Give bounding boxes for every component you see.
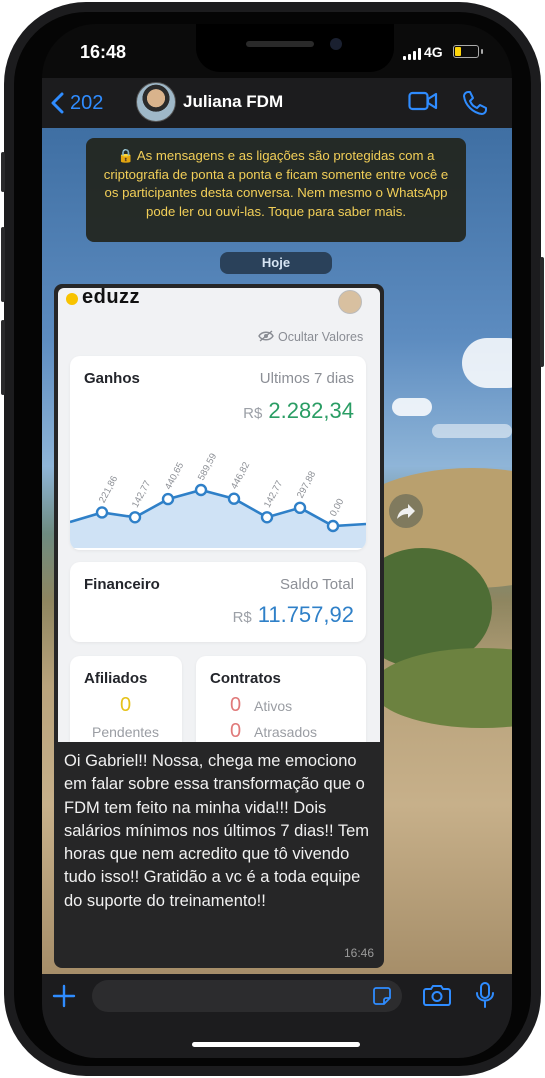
contracts-late-count: 0 — [230, 720, 242, 742]
financial-amount: 11.757,92 — [257, 602, 354, 627]
chevron-left-icon — [51, 92, 64, 114]
brand-name: eduzz — [82, 288, 141, 308]
status-time: 16:48 — [80, 42, 127, 62]
earnings-amount: 2.282,34 — [268, 398, 354, 423]
phone-call-icon[interactable] — [462, 90, 488, 116]
affiliates-title: Afiliados — [84, 670, 148, 687]
eduzz-logo-icon — [66, 293, 78, 305]
chart-data-label: 446,82 — [229, 460, 252, 491]
battery-icon — [453, 45, 483, 58]
financial-title: Financeiro — [84, 576, 160, 593]
forward-icon — [397, 504, 415, 519]
volume-down-button — [1, 320, 5, 395]
chart-point — [326, 519, 340, 533]
contracts-card: Contratos 0 Ativos 0 Atrasados — [196, 656, 366, 742]
encryption-notice[interactable]: 🔒 As mensagens e as ligações são protegi… — [86, 138, 466, 242]
financial-subtitle: Saldo Total — [280, 576, 354, 593]
front-camera — [330, 38, 342, 50]
signal-icon — [403, 48, 421, 60]
earnings-currency: R$ — [243, 405, 263, 422]
camera-icon[interactable] — [423, 983, 451, 1007]
chat-area: 🔒 As mensagens e as ligações são protegi… — [42, 128, 512, 974]
sticker-icon[interactable] — [372, 986, 392, 1006]
affiliates-count: 0 — [120, 694, 132, 716]
message-time: 16:46 — [343, 946, 374, 960]
back-button[interactable]: 202 — [50, 88, 103, 118]
chart-point — [95, 506, 109, 519]
hide-values-toggle: Ocultar Valores — [258, 330, 363, 344]
message-input[interactable] — [92, 980, 402, 1012]
eye-off-icon — [258, 330, 274, 342]
microphone-icon[interactable] — [475, 981, 495, 1009]
forward-button[interactable] — [389, 494, 423, 528]
date-separator: Hoje — [220, 252, 332, 274]
contracts-late-label: Atrasados — [254, 724, 318, 740]
earnings-title: Ganhos — [84, 370, 140, 387]
speaker — [246, 41, 314, 47]
chart-data-label: 0,00 — [328, 497, 346, 518]
notch — [196, 24, 394, 72]
mute-switch — [1, 152, 5, 192]
chart-data-label: 221,86 — [97, 474, 120, 505]
chart-data-label: 440,65 — [163, 461, 186, 492]
earnings-chart: 221,86 142,77 440,65 589,59 446,82 142,77 297,… — [70, 452, 366, 548]
chart-point — [227, 492, 241, 505]
phone-frame: 16:48 4G 202 Juliana FDM 🔒 As mensagens … — [1, 2, 544, 1076]
chart-point — [161, 492, 175, 506]
financial-amount-row: R$ 11.757,92 — [233, 602, 354, 628]
chart-point — [194, 483, 208, 497]
profile-avatar — [338, 290, 362, 314]
chart-point — [293, 501, 307, 515]
chart-data-label: 297,88 — [295, 469, 318, 500]
plus-icon[interactable] — [52, 984, 76, 1008]
power-button — [540, 257, 544, 367]
message-bubble[interactable]: eduzz Ocultar Valores Ganhos Ultimos 7 d… — [54, 284, 384, 968]
contact-avatar[interactable] — [136, 82, 176, 122]
financial-card: Financeiro Saldo Total R$ 11.757,92 — [70, 562, 366, 642]
contracts-active-label: Ativos — [254, 698, 293, 714]
earnings-period: Ultimos 7 dias — [259, 370, 354, 387]
contracts-title: Contratos — [210, 670, 281, 687]
contact-name[interactable]: Juliana FDM — [183, 92, 283, 112]
message-text: Oi Gabriel!! Nossa, chega me emociono em… — [64, 752, 370, 910]
affiliates-label: Pendentes — [92, 724, 159, 740]
earnings-amount-row: R$ 2.282,34 — [243, 398, 354, 424]
chart-data-label: 142,77 — [262, 479, 285, 510]
wallpaper-cloud — [462, 338, 512, 388]
video-call-icon[interactable] — [408, 90, 438, 112]
contracts-active-count: 0 — [230, 694, 242, 716]
network-type: 4G — [424, 44, 443, 60]
wallpaper-cloud — [432, 424, 512, 438]
hide-values-label: Ocultar Valores — [278, 330, 364, 344]
chart-data-label: 142,77 — [130, 479, 153, 510]
financial-currency: R$ — [232, 609, 252, 626]
affiliates-card: Afiliados 0 Pendentes — [70, 656, 182, 742]
back-count: 202 — [70, 91, 104, 114]
chart-point — [128, 511, 142, 524]
wallpaper-cloud — [392, 398, 432, 416]
chart-point — [260, 511, 274, 524]
earnings-card: Ganhos Ultimos 7 dias R$ 2.282,34 221,86 1… — [70, 356, 366, 550]
chart-data-label: 589,59 — [196, 452, 219, 483]
home-indicator — [192, 1042, 360, 1047]
input-bar — [42, 974, 512, 1058]
volume-up-button — [1, 227, 5, 302]
chat-header: 202 Juliana FDM — [42, 78, 512, 128]
attached-screenshot[interactable]: eduzz Ocultar Valores Ganhos Ultimos 7 d… — [58, 288, 380, 742]
screen: 16:48 4G 202 Juliana FDM 🔒 As mensagens … — [42, 24, 512, 1058]
